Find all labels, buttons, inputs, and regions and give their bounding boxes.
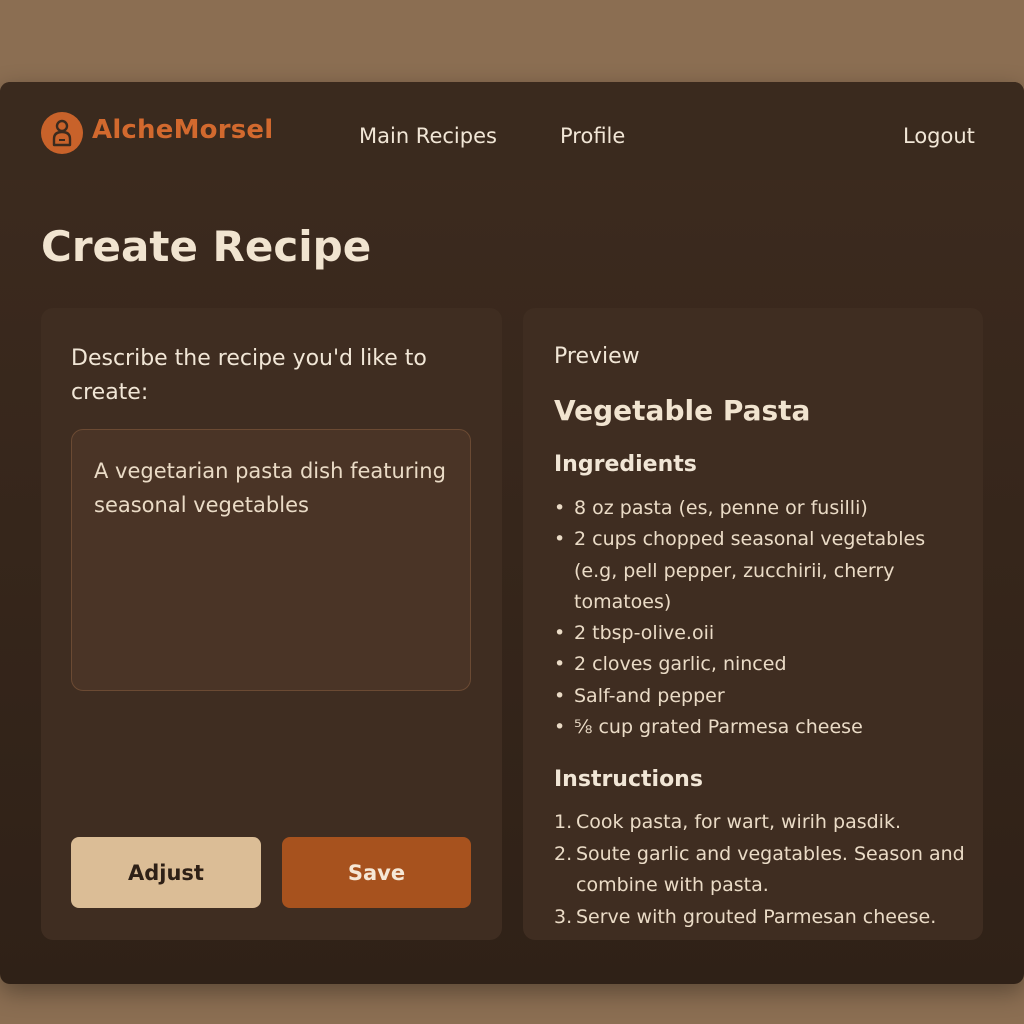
instruction-step: 1. Cook pasta, for wart, wirih pasdik.	[554, 811, 901, 833]
app-logo-text[interactable]: AlcheMorsel	[92, 115, 273, 145]
instruction-text: Cook pasta, for wart, wirih pasdik.	[576, 811, 901, 833]
ingredient-item: Salf-and pepper	[554, 681, 964, 713]
app-window: AlcheMorsel Main Recipes Profile Logout …	[0, 82, 1024, 984]
nav-main-recipes[interactable]: Main Recipes	[359, 124, 497, 148]
instruction-text: Soute garlic and vegatables. Season and …	[576, 842, 965, 897]
instruction-text: Serve with grouted Parmesan cheese.	[576, 905, 937, 928]
ingredient-item: ⅝ cup grated Parmesa cheese	[554, 712, 964, 744]
chef-icon[interactable]	[41, 112, 83, 154]
instructions-list: 1. Cook pasta, for wart, wirih pasdik. 2.…	[554, 807, 974, 933]
recipe-description-input[interactable]: A vegetarian pasta dish featuring season…	[71, 429, 471, 691]
ingredient-item: 2 tbsp-olive.oii	[554, 618, 964, 650]
nav-profile[interactable]: Profile	[560, 124, 625, 148]
preview-card: Preview Vegetable Pasta Ingredients 8 oz…	[523, 308, 983, 940]
preview-label: Preview	[554, 344, 640, 369]
ingredient-item: 2 cups chopped seasonal vegetables (e.g,…	[554, 524, 964, 618]
prompt-card: Describe the recipe you'd like to create…	[41, 308, 502, 940]
instruction-step: 2. Soute garlic and vegatables. Season an…	[554, 842, 965, 897]
prompt-label: Describe the recipe you'd like to create…	[71, 346, 427, 405]
ingredients-list: 8 oz pasta (es, penne or fusilli) 2 cups…	[554, 493, 964, 744]
ingredient-item: 2 cloves garlic, ninced	[554, 649, 964, 681]
page-title: Create Recipe	[41, 222, 372, 271]
recipe-title: Vegetable Pasta	[554, 394, 811, 427]
adjust-button[interactable]: Adjust	[71, 837, 261, 908]
ingredients-heading: Ingredients	[554, 452, 697, 477]
ingredient-item: 8 oz pasta (es, penne or fusilli)	[554, 493, 964, 525]
nav-logout[interactable]: Logout	[903, 124, 975, 148]
instructions-heading: Instructions	[554, 767, 703, 792]
instruction-step: 3. Serve with grouted Parmesan cheese.	[554, 905, 937, 928]
save-button[interactable]: Save	[282, 837, 471, 908]
navbar: AlcheMorsel Main Recipes Profile Logout	[0, 82, 1024, 180]
